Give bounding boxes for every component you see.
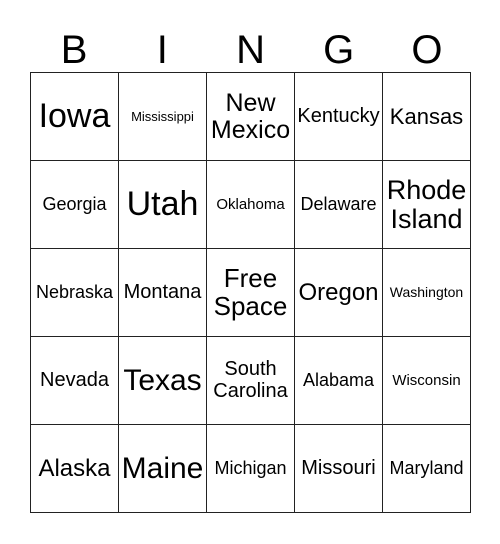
- bingo-cell[interactable]: Washington: [383, 249, 471, 337]
- bingo-card: B I N G O Iowa Mississippi New Mexico Kentu…: [0, 0, 500, 544]
- bingo-header-letter-g: G: [323, 28, 355, 72]
- bingo-grid: Iowa Mississippi New Mexico Kentucky Kansas G…: [30, 72, 471, 513]
- bingo-header-letter-n: N: [236, 28, 265, 72]
- bingo-cell[interactable]: Texas: [119, 337, 207, 425]
- bingo-cell[interactable]: Missouri: [295, 425, 383, 513]
- bingo-cell-label: Rhode Island: [386, 174, 467, 234]
- bingo-cell[interactable]: Oklahoma: [207, 161, 295, 249]
- bingo-cell-label: Alabama: [302, 369, 375, 390]
- bingo-cell[interactable]: Georgia: [31, 161, 119, 249]
- bingo-cell-label: Montana: [123, 280, 202, 303]
- bingo-cell[interactable]: Iowa: [31, 73, 119, 161]
- bingo-cell-label: Oklahoma: [216, 195, 285, 213]
- bingo-cell-label: Texas: [123, 363, 202, 397]
- bingo-header-letter-i: I: [156, 28, 168, 72]
- bingo-cell[interactable]: Nebraska: [31, 249, 119, 337]
- bingo-cell-label: Missouri: [301, 456, 376, 479]
- bingo-cell-label: Nebraska: [35, 281, 114, 302]
- bingo-cell[interactable]: South Carolina: [207, 337, 295, 425]
- bingo-cell-label: Mississippi: [131, 108, 194, 124]
- bingo-cell-label: Wisconsin: [392, 371, 461, 389]
- bingo-cell-label: Kansas: [389, 103, 464, 129]
- bingo-header-row: B I N G O: [30, 17, 471, 71]
- bingo-cell[interactable]: Maine: [119, 425, 207, 513]
- bingo-cell-label: South Carolina: [213, 358, 288, 402]
- bingo-cell-label: Oregon: [298, 278, 379, 306]
- bingo-cell[interactable]: Maryland: [383, 425, 471, 513]
- bingo-cell[interactable]: Mississippi: [119, 73, 207, 161]
- bingo-cell[interactable]: Alabama: [295, 337, 383, 425]
- bingo-cell[interactable]: Kentucky: [295, 73, 383, 161]
- bingo-cell-label: Maine: [121, 451, 204, 485]
- bingo-header-letter-o: O: [411, 28, 443, 72]
- bingo-cell[interactable]: Kansas: [383, 73, 471, 161]
- bingo-cell-label: Georgia: [42, 193, 107, 214]
- bingo-cell-label: Delaware: [300, 193, 377, 214]
- bingo-cell[interactable]: Free Space: [207, 249, 295, 337]
- bingo-cell[interactable]: Utah: [119, 161, 207, 249]
- bingo-cell-label: Iowa: [38, 97, 111, 136]
- bingo-cell[interactable]: Rhode Island: [383, 161, 471, 249]
- bingo-cell-label: Utah: [126, 185, 199, 224]
- bingo-cell[interactable]: Wisconsin: [383, 337, 471, 425]
- bingo-cell[interactable]: Oregon: [295, 249, 383, 337]
- bingo-cell-label: Washington: [389, 284, 464, 301]
- bingo-cell[interactable]: Montana: [119, 249, 207, 337]
- bingo-cell[interactable]: Delaware: [295, 161, 383, 249]
- bingo-cell-label: Alaska: [38, 454, 111, 482]
- bingo-header-letter-b: B: [60, 28, 88, 72]
- bingo-cell-label: Nevada: [40, 368, 109, 391]
- bingo-cell-label: Kentucky: [297, 104, 380, 127]
- bingo-cell-label: Michigan: [214, 457, 287, 478]
- bingo-cell-label: Maryland: [389, 457, 464, 478]
- bingo-cell[interactable]: Michigan: [207, 425, 295, 513]
- bingo-cell-label: Free Space: [213, 262, 288, 321]
- bingo-cell[interactable]: New Mexico: [207, 73, 295, 161]
- bingo-cell[interactable]: Nevada: [31, 337, 119, 425]
- bingo-cell-label: New Mexico: [210, 89, 291, 144]
- bingo-cell[interactable]: Alaska: [31, 425, 119, 513]
